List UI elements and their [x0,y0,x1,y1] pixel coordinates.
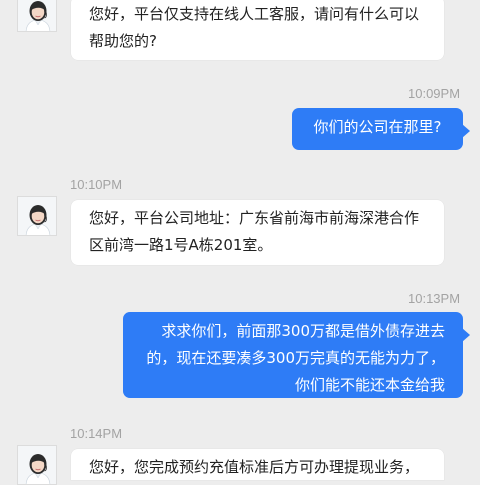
agent-avatar-icon[interactable] [17,0,57,32]
message-text-line: 你们能不能还本金给我 [294,376,445,394]
message-timestamp: 10:14PM [70,426,123,441]
message-text-line: 帮助您的? [89,32,157,50]
agent-avatar-icon[interactable] [17,196,57,236]
message-timestamp: 10:09PM [408,86,461,101]
message-text-line: 您好，平台仅支持在线人工客服，请问有什么可以 [89,5,420,23]
message-timestamp: 10:10PM [70,177,123,192]
message-text-line: 的，现在还要凑多300万完真的无能为力了， [146,349,445,367]
message-text: 你们的公司在那里? [313,118,442,136]
message-text-line: 区前湾一路1号A栋201室。 [89,236,273,254]
chat-history[interactable]: 您好，平台仅支持在线人工客服，请问有什么可以 帮助您的? 10:09PM 你们的… [0,0,480,485]
message-text-line: 您好，平台公司地址：广东省前海市前海深港合作 [89,209,420,227]
agent-avatar-icon[interactable] [17,445,57,485]
message-text-line: 求求你们，前面那300万都是借外债存进去 [161,322,445,340]
message-bubble-agent[interactable]: 您好，您完成预约充值标准后方可办理提现业务， [71,449,444,480]
message-bubble-user[interactable]: 求求你们，前面那300万都是借外债存进去 的，现在还要凑多300万完真的无能为力… [123,312,470,398]
message-bubble-agent[interactable]: 您好，平台公司地址：广东省前海市前海深港合作 区前湾一路1号A栋201室。 [71,200,444,265]
message-bubble-user[interactable]: 你们的公司在那里? [292,108,470,150]
message-bubble-agent[interactable]: 您好，平台仅支持在线人工客服，请问有什么可以 帮助您的? [71,0,444,60]
message-timestamp: 10:13PM [408,291,461,306]
message-text-line: 您好，您完成预约充值标准后方可办理提现业务， [89,458,420,476]
